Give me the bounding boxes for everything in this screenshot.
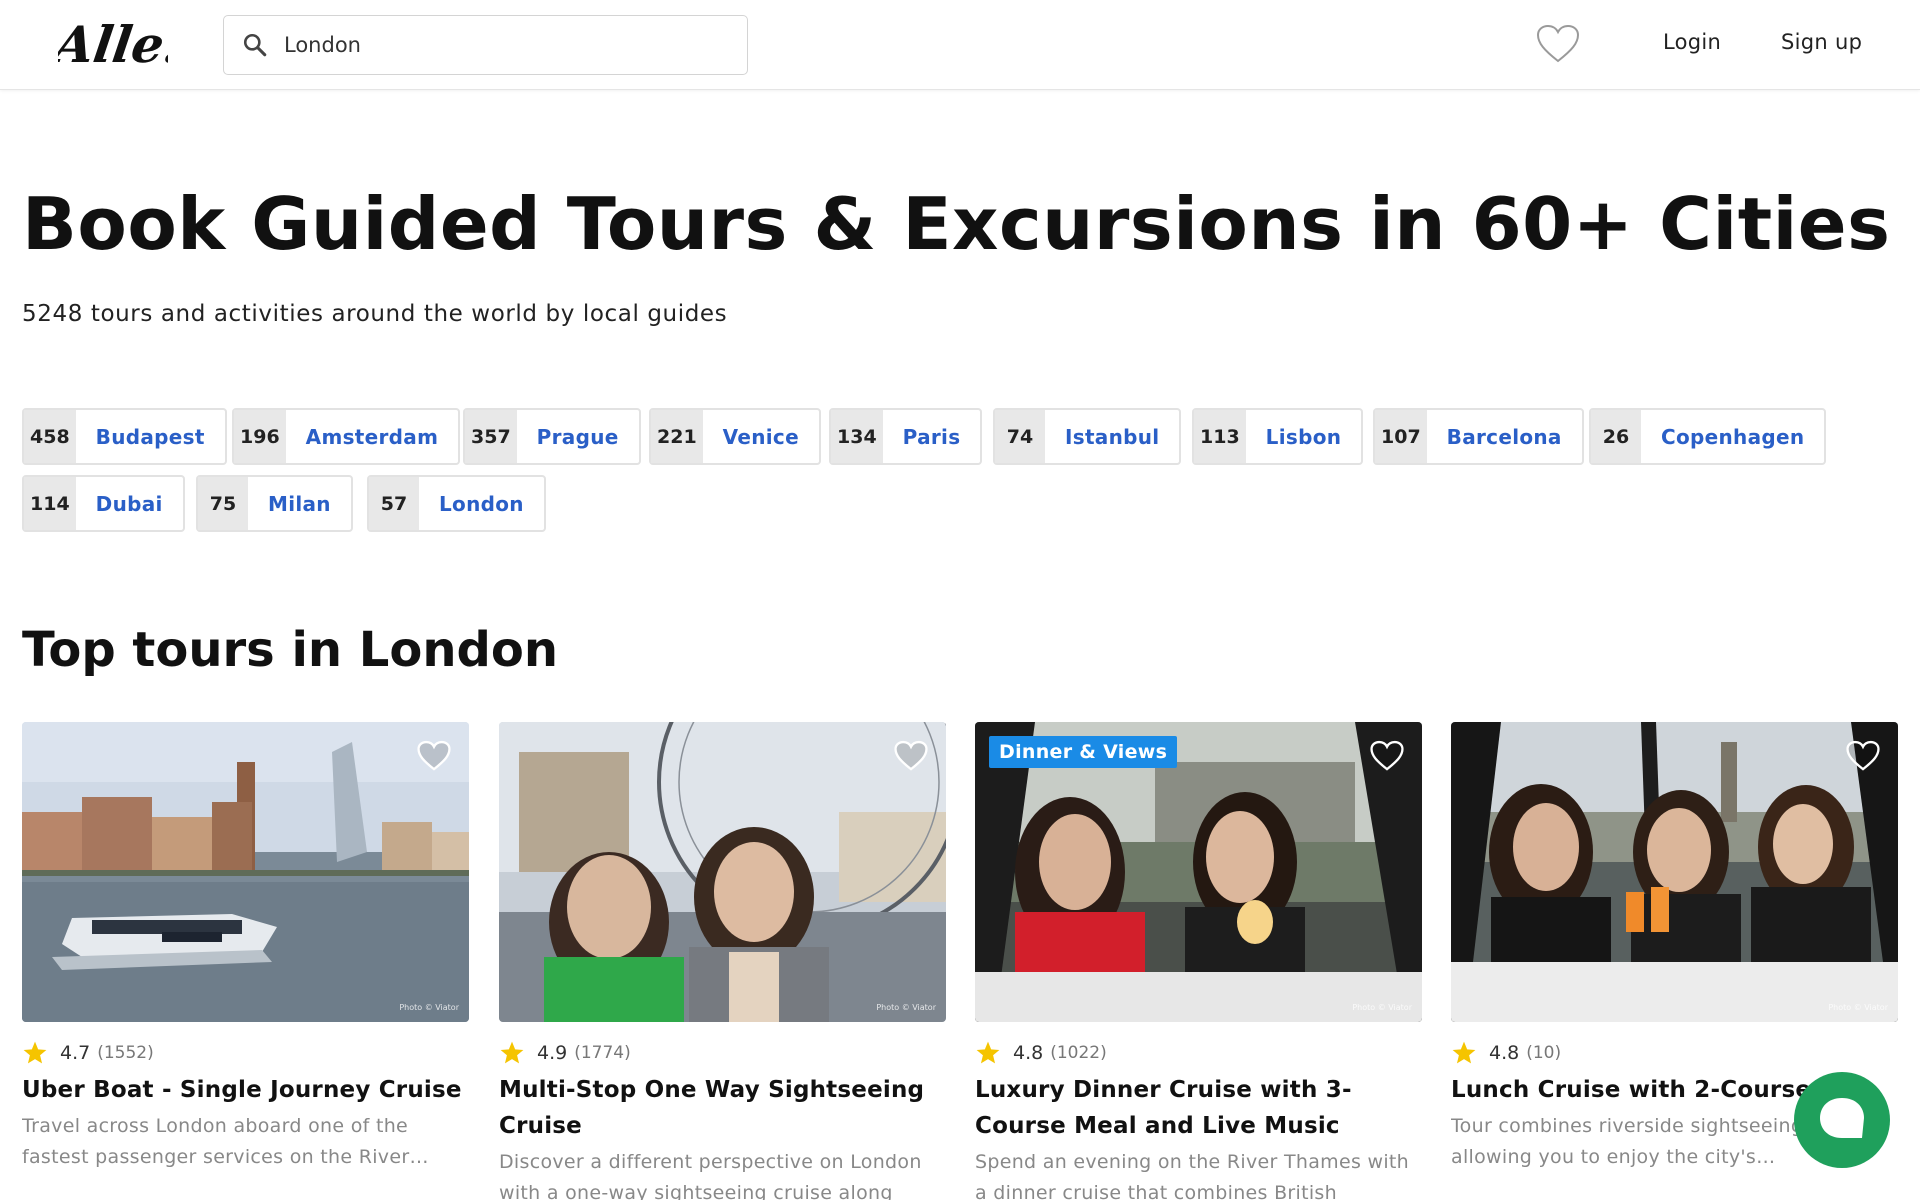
city-name: Dubai <box>95 491 163 516</box>
site-header: Alle! Login Sign up <box>0 0 1920 90</box>
tour-rating: 4.7 (1552) <box>22 1040 154 1066</box>
london-eye-photo <box>499 722 946 1022</box>
heart-outline-icon[interactable] <box>1846 740 1880 772</box>
city-count: 134 <box>831 410 883 463</box>
city-name: Copenhagen <box>1661 424 1805 449</box>
city-count: 57 <box>369 477 419 530</box>
city-count: 357 <box>465 410 517 463</box>
city-chip-amsterdam[interactable]: 196 Amsterdam <box>232 408 461 465</box>
tour-description: Travel across London aboard one of the f… <box>22 1115 429 1168</box>
photo-credit: Photo © Viator <box>876 1003 936 1012</box>
star-icon <box>500 1041 524 1064</box>
city-name: Milan <box>268 491 331 516</box>
star-icon <box>23 1041 47 1064</box>
review-count: (1552) <box>97 1043 154 1063</box>
heart-outline-icon[interactable] <box>1370 740 1404 772</box>
rating-score: 4.7 <box>60 1042 91 1064</box>
city-count: 114 <box>24 477 76 530</box>
city-chip-venice[interactable]: 221 Venice <box>649 408 821 465</box>
city-name: Amsterdam <box>305 424 439 449</box>
city-name: Budapest <box>95 424 205 449</box>
city-count: 113 <box>1194 410 1246 463</box>
chat-bubble-icon[interactable] <box>1792 1072 1920 1172</box>
tour-title[interactable]: Luxury Dinner Cruise with 3-Course Meal … <box>975 1072 1422 1144</box>
city-name: Barcelona <box>1446 424 1562 449</box>
tour-rating: 4.8 (1022) <box>975 1040 1107 1066</box>
tour-title[interactable]: Uber Boat - Single Journey Cruise <box>22 1072 469 1108</box>
search-icon <box>243 33 267 57</box>
svg-text:Alle!: Alle! <box>58 15 168 74</box>
river-boat-photo <box>22 722 469 1022</box>
alle-logo[interactable]: Alle! <box>58 10 168 76</box>
photo-credit: Photo © Viator <box>1828 1003 1888 1012</box>
tour-card[interactable]: Dinner & Views Photo © Viator 4.8 (1022)… <box>975 722 1422 1200</box>
city-chip-london[interactable]: 57 London <box>367 475 546 532</box>
tour-badge: Dinner & Views <box>989 736 1178 768</box>
heart-outline-icon[interactable] <box>417 740 451 772</box>
star-icon <box>976 1041 1000 1064</box>
search-box[interactable] <box>223 15 748 75</box>
city-count: 221 <box>651 410 703 463</box>
city-name: Venice <box>722 424 799 449</box>
tour-photo[interactable]: Photo © Viator <box>499 722 946 1022</box>
city-chip-budapest[interactable]: 458 Budapest <box>22 408 227 465</box>
photo-credit: Photo © Viator <box>1352 1003 1412 1012</box>
star-icon <box>1452 1041 1476 1064</box>
city-name: Paris <box>902 424 961 449</box>
city-chip-istanbul[interactable]: 74 Istanbul <box>993 408 1182 465</box>
city-chip-milan[interactable]: 75 Milan <box>196 475 353 532</box>
city-name: Prague <box>536 424 619 449</box>
login-link[interactable]: Login <box>1663 30 1721 54</box>
tour-description: Discover a different perspective on Lond… <box>499 1151 922 1200</box>
city-chip-lisbon[interactable]: 113 Lisbon <box>1192 408 1364 465</box>
section-title: Top tours in London <box>22 622 559 678</box>
lunch-cruise-photo <box>1451 722 1898 1022</box>
city-name: London <box>439 491 524 516</box>
city-count: 107 <box>1375 410 1427 463</box>
tour-description: Spend an evening on the River Thames wit… <box>975 1151 1409 1200</box>
tour-photo[interactable]: Photo © Viator <box>22 722 469 1022</box>
city-count: 26 <box>1591 410 1641 463</box>
city-count: 75 <box>198 477 248 530</box>
city-chip-barcelona[interactable]: 107 Barcelona <box>1373 408 1584 465</box>
city-chip-prague[interactable]: 357 Prague <box>463 408 641 465</box>
city-name: Lisbon <box>1265 424 1342 449</box>
tour-card[interactable]: Photo © Viator 4.9 (1774) Multi-Stop One… <box>499 722 946 1200</box>
city-count: 74 <box>995 410 1045 463</box>
city-count: 196 <box>234 410 286 463</box>
tour-title[interactable]: Multi-Stop One Way Sightseeing Cruise <box>499 1072 946 1144</box>
page-subtitle: 5248 tours and activities around the wor… <box>22 301 728 327</box>
rating-score: 4.8 <box>1013 1042 1044 1064</box>
city-chip-dubai[interactable]: 114 Dubai <box>22 475 185 532</box>
tour-rating: 4.9 (1774) <box>499 1040 631 1066</box>
tour-card[interactable]: Photo © Viator 4.7 (1552) Uber Boat - Si… <box>22 722 469 1200</box>
city-name: Istanbul <box>1065 424 1160 449</box>
search-input[interactable] <box>284 33 724 57</box>
page-title: Book Guided Tours & Excursions in 60+ Ci… <box>22 182 1891 266</box>
wishlist-heart-icon[interactable] <box>1536 24 1580 64</box>
city-chip-copenhagen[interactable]: 26 Copenhagen <box>1589 408 1827 465</box>
rating-score: 4.9 <box>537 1042 568 1064</box>
rating-score: 4.8 <box>1489 1042 1520 1064</box>
heart-outline-icon[interactable] <box>894 740 928 772</box>
review-count: (1022) <box>1050 1043 1107 1063</box>
city-chip-paris[interactable]: 134 Paris <box>829 408 983 465</box>
city-count: 458 <box>24 410 76 463</box>
review-count: (10) <box>1526 1043 1562 1063</box>
tour-photo[interactable]: Dinner & Views Photo © Viator <box>975 722 1422 1022</box>
review-count: (1774) <box>574 1043 631 1063</box>
signup-link[interactable]: Sign up <box>1781 30 1862 54</box>
tour-rating: 4.8 (10) <box>1451 1040 1561 1066</box>
photo-credit: Photo © Viator <box>399 1003 459 1012</box>
tour-photo[interactable]: Photo © Viator <box>1451 722 1898 1022</box>
